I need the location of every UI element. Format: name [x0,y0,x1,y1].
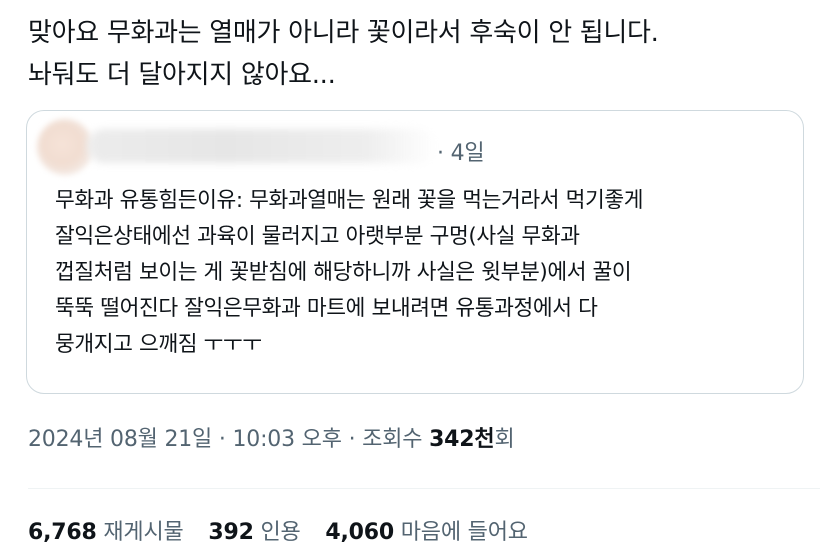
quoted-author-name-blurred[interactable] [87,129,437,163]
quoted-post-text: 무화과 유통힘든이유: 무화과열매는 원래 꽃을 먹는거라서 먹기좋게 잘익은상… [55,188,644,357]
reposts-count: 6,768 [28,520,97,545]
reposts-label: 재게시물 [103,520,184,545]
views-suffix: 회 [494,427,515,452]
post-detail: 맞아요 무화과는 열매가 아니라 꽃이라서 후숙이 안 됩니다. 놔둬도 더 달… [0,0,830,557]
likes-label: 마음에 들어요 [400,520,528,545]
quoted-author-avatar-blurred[interactable] [37,119,93,175]
meta-separator: · [348,427,356,452]
reposts-stat[interactable]: 6,768 재게시물 [28,514,184,546]
post-metadata: 2024년 08월 21일 · 10:03 오후 · 조회수 342천회 [28,421,515,453]
quoted-post-time[interactable]: · 4일 [437,135,485,167]
post-time[interactable]: 10:03 오후 [232,427,341,452]
views-label: 조회수 [362,427,423,452]
quotes-label: 인용 [260,520,301,545]
divider [28,488,820,489]
likes-stat[interactable]: 4,060 마음에 들어요 [325,514,528,546]
quotes-count: 392 [208,520,254,545]
views-count: 342천 [429,427,495,452]
quoted-post-card[interactable]: · 4일 무화과 유통힘든이유: 무화과열매는 원래 꽃을 먹는거라서 먹기좋게… [26,110,804,394]
quoted-post-header: · 4일 [27,111,803,181]
post-text: 맞아요 무화과는 열매가 아니라 꽃이라서 후숙이 안 됩니다. 놔둬도 더 달… [28,18,659,90]
likes-count: 4,060 [325,520,394,545]
quotes-stat[interactable]: 392 인용 [208,514,300,546]
engagement-stats: 6,768 재게시물 392 인용 4,060 마음에 들어요 [28,514,546,546]
post-date[interactable]: 2024년 08월 21일 [28,427,212,452]
meta-separator: · [218,427,226,452]
